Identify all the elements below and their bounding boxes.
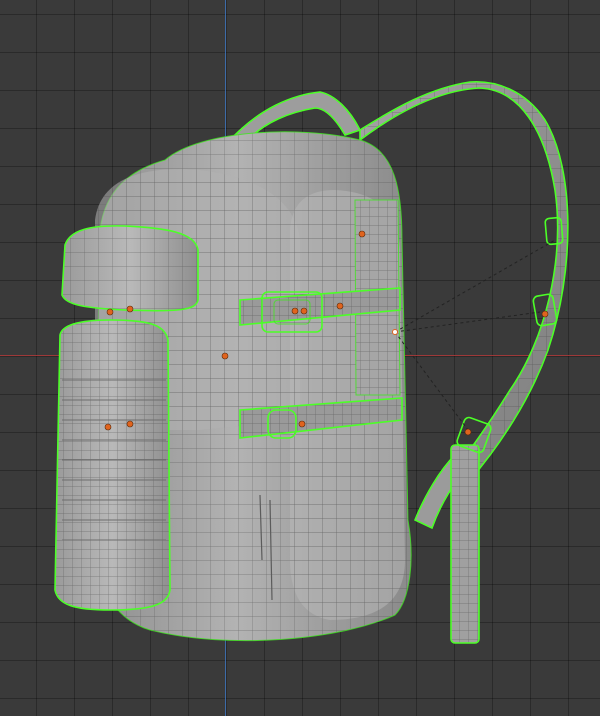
active-origin[interactable]: [392, 329, 398, 335]
3d-viewport[interactable]: [0, 0, 600, 716]
main-front-pocket[interactable]: [54, 319, 171, 611]
parent-relationship-lines: [394, 239, 556, 431]
top-front-pocket[interactable]: [61, 225, 199, 312]
backpack-model[interactable]: [0, 0, 600, 716]
